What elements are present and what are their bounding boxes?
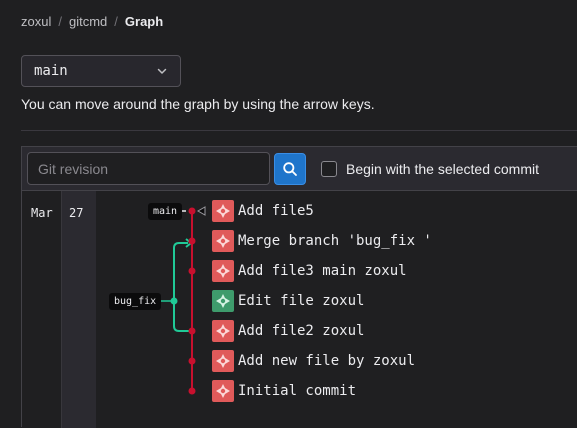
- avatar: [212, 230, 234, 252]
- commit-row[interactable]: Merge branch 'bug_fix ': [212, 230, 432, 252]
- branch-select-value: main: [34, 63, 68, 79]
- breadcrumb-repo[interactable]: gitcmd: [69, 14, 107, 29]
- commit-row[interactable]: Add file3 main zoxul: [212, 260, 407, 282]
- identicon-icon: [216, 354, 230, 368]
- commit-message: Edit file zoxul: [238, 293, 365, 309]
- identicon-icon: [216, 264, 230, 278]
- commit-row[interactable]: Initial commit: [212, 380, 356, 402]
- commit-message: Add new file by zoxul: [238, 353, 416, 369]
- commit-node[interactable]: [188, 237, 196, 245]
- identicon-icon: [216, 294, 230, 308]
- commit-message: Merge branch 'bug_fix ': [238, 233, 432, 249]
- commit-node[interactable]: [170, 297, 178, 305]
- commit-row[interactable]: Add file5: [212, 200, 314, 222]
- head-pointer-icon: [196, 206, 206, 216]
- identicon-icon: [216, 234, 230, 248]
- commit-node[interactable]: [188, 207, 196, 215]
- navigation-hint: You can move around the graph by using t…: [21, 96, 375, 112]
- bug-fix-branch-line: [173, 242, 192, 332]
- avatar: [212, 200, 234, 222]
- avatar: [212, 290, 234, 312]
- ref-label-bug-fix[interactable]: bug_fix: [109, 293, 162, 310]
- branch-select[interactable]: main: [21, 55, 181, 87]
- commit-row[interactable]: Edit file zoxul: [212, 290, 364, 312]
- commit-row[interactable]: Add new file by zoxul: [212, 350, 415, 372]
- breadcrumb-separator: /: [114, 14, 118, 29]
- commit-message: Initial commit: [238, 383, 357, 399]
- breadcrumb: zoxul / gitcmd / Graph: [21, 14, 163, 29]
- identicon-icon: [216, 384, 230, 398]
- avatar: [212, 350, 234, 372]
- commit-node[interactable]: [188, 387, 196, 395]
- ref-label-main[interactable]: main: [148, 203, 183, 220]
- commit-message: Add file5: [238, 203, 314, 219]
- breadcrumb-current: Graph: [124, 14, 164, 29]
- chevron-down-icon: [157, 68, 167, 74]
- commit-message: Add file2 zoxul: [238, 323, 365, 339]
- breadcrumb-separator: /: [58, 14, 62, 29]
- identicon-icon: [216, 204, 230, 218]
- avatar: [212, 320, 234, 342]
- commit-message: Add file3 main zoxul: [238, 263, 407, 279]
- avatar: [212, 260, 234, 282]
- commit-node[interactable]: [188, 327, 196, 335]
- commit-node[interactable]: [188, 267, 196, 275]
- breadcrumb-owner[interactable]: zoxul: [21, 14, 51, 29]
- commit-node[interactable]: [188, 357, 196, 365]
- divider: [21, 130, 577, 131]
- commit-row[interactable]: Add file2 zoxul: [212, 320, 364, 342]
- avatar: [212, 380, 234, 402]
- identicon-icon: [216, 324, 230, 338]
- graph-panel: Begin with the selected commit Mar 27 ma…: [21, 146, 577, 428]
